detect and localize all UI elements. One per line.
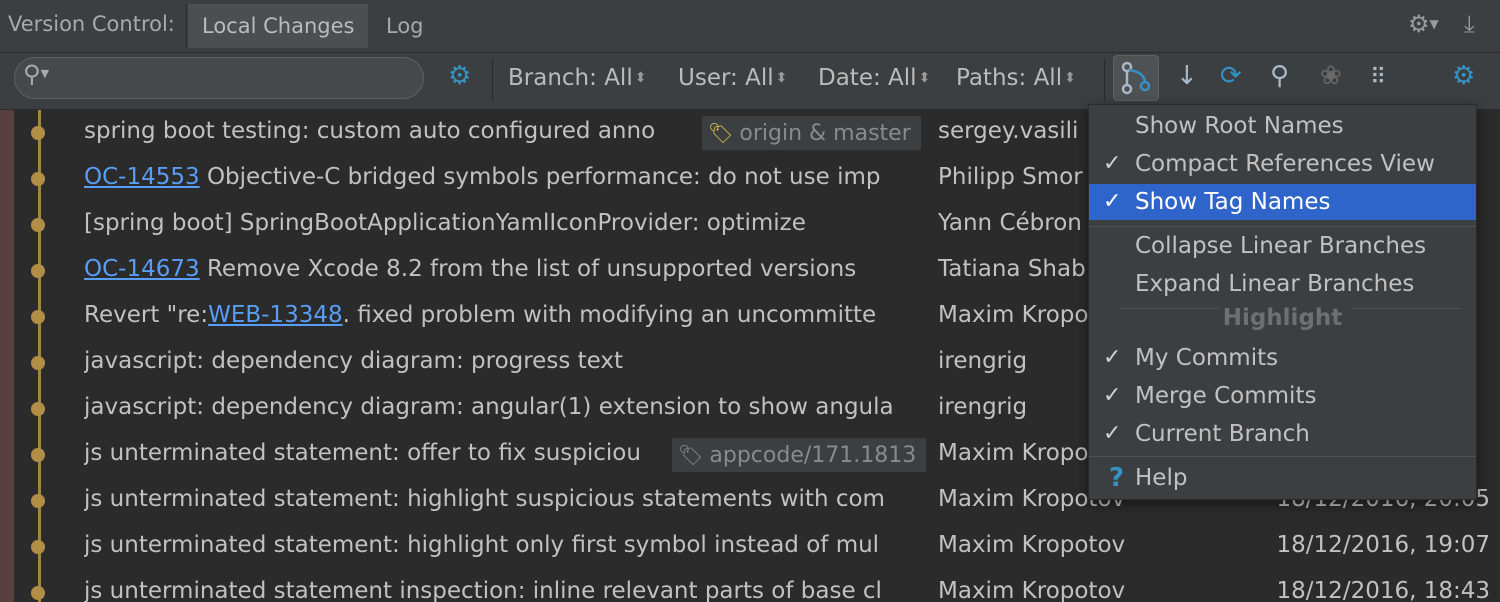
menu-item-help[interactable]: ? Help	[1089, 460, 1476, 496]
menu-item-current-branch[interactable]: ✓ Current Branch	[1089, 416, 1476, 452]
commit-node	[31, 448, 45, 462]
title-separator	[186, 4, 187, 48]
commit-node	[31, 172, 45, 186]
commit-node	[31, 402, 45, 416]
menu-item-collapse-linear-branches[interactable]: Collapse Linear Branches	[1089, 228, 1476, 264]
checkmark-icon: ✓	[1103, 421, 1122, 446]
ref-label: 🏷 appcode/171.1813	[672, 438, 927, 472]
checkmark-icon: ✓	[1103, 345, 1122, 370]
menu-item-expand-linear-branches[interactable]: Expand Linear Branches	[1089, 266, 1476, 302]
quick-settings-icon[interactable]: ⚙	[448, 61, 471, 91]
table-row[interactable]: js unterminated statement inspection: in…	[14, 570, 1500, 602]
commit-node	[31, 356, 45, 370]
find-icon[interactable]: ⚲	[1270, 61, 1289, 91]
commit-node	[31, 310, 45, 324]
commit-date: 18/12/2016, 18:43	[1276, 578, 1490, 602]
checkmark-icon: ✓	[1103, 383, 1122, 408]
commit-node	[31, 586, 45, 600]
user-filter[interactable]: User: All ⬍	[678, 65, 787, 91]
commit-node	[31, 218, 45, 232]
menu-separator	[1089, 456, 1476, 457]
commit-subject: OC-14553 Objective-C bridged symbols per…	[84, 164, 881, 190]
paths-filter[interactable]: Paths: All ⬍	[956, 65, 1076, 91]
tool-window-header: Version Control: Local Changes Log ⚙▼ ⤓	[0, 0, 1500, 53]
search-input[interactable]: ⚲▼	[14, 57, 424, 99]
commit-subject: javascript: dependency diagram: progress…	[84, 348, 624, 374]
commit-subject: js unterminated statement: highlight onl…	[84, 532, 880, 558]
graph-options-button[interactable]	[1113, 55, 1159, 101]
go-to-hash-icon[interactable]: ↓	[1176, 61, 1198, 91]
commit-subject: js unterminated statement inspection: in…	[84, 578, 882, 602]
menu-separator	[1089, 226, 1476, 227]
commit-subject: [spring boot] SpringBootApplicationYamlI…	[84, 210, 806, 236]
hide-panel-icon[interactable]: ⤓	[1464, 10, 1475, 38]
commit-node	[31, 494, 45, 508]
menu-item-show-root-names[interactable]: Show Root Names	[1089, 108, 1476, 144]
highlight-section-header: Highlight	[1222, 305, 1343, 331]
show-details-icon[interactable]: ⠿	[1370, 65, 1386, 90]
commit-author: Maxim Kropotov	[938, 578, 1126, 602]
tool-window-title: Version Control:	[8, 12, 175, 36]
commit-node	[31, 126, 45, 140]
refresh-icon[interactable]: ⟳	[1220, 61, 1242, 91]
date-filter[interactable]: Date: All ⬍	[818, 65, 930, 91]
menu-item-merge-commits[interactable]: ✓ Merge Commits	[1089, 378, 1476, 414]
search-icon[interactable]: ⚲▼	[23, 60, 49, 88]
menu-item-show-tag-names[interactable]: ✓ Show Tag Names	[1089, 184, 1476, 220]
toolbar-separator	[492, 59, 493, 101]
branch-tag-icon: 🏷	[708, 121, 734, 145]
tab-local-changes[interactable]: Local Changes	[188, 4, 369, 48]
commit-node	[31, 264, 45, 278]
menu-item-my-commits[interactable]: ✓ My Commits	[1089, 340, 1476, 376]
issue-link[interactable]: OC-14553	[84, 164, 200, 190]
tab-log[interactable]: Log	[372, 4, 438, 48]
commit-subject: javascript: dependency diagram: angular(…	[84, 394, 894, 420]
commit-subject: js unterminated statement: highlight sus…	[84, 486, 885, 512]
menu-item-compact-references-view[interactable]: ✓ Compact References View	[1089, 146, 1476, 182]
commit-subject: OC-14673 Remove Xcode 8.2 from the list …	[84, 256, 857, 282]
cherry-pick-icon[interactable]: ❀	[1320, 61, 1342, 91]
commit-subject: Revert "re:WEB-13348. fixed problem with…	[84, 302, 877, 328]
checkmark-icon: ✓	[1103, 151, 1122, 176]
issue-link[interactable]: WEB-13348	[208, 302, 343, 328]
help-icon: ?	[1109, 463, 1125, 493]
toolbar-separator	[1104, 59, 1105, 101]
commit-author: Maxim Kropotov	[938, 532, 1126, 558]
ref-label: 🏷 origin & master	[702, 116, 921, 150]
issue-link[interactable]: OC-14673	[84, 256, 200, 282]
branch-filter[interactable]: Branch: All ⬍	[508, 65, 646, 91]
checkmark-icon: ✓	[1103, 189, 1122, 214]
settings-gear-icon[interactable]: ⚙▼	[1408, 10, 1439, 38]
commit-date: 18/12/2016, 19:07	[1276, 532, 1490, 558]
graph-options-popup: Show Root Names ✓ Compact References Vie…	[1088, 104, 1477, 500]
gutter-strip	[0, 110, 14, 602]
log-toolbar: ⚲▼ ⚙ Branch: All ⬍ User: All ⬍ Date: All ⬍ …	[0, 53, 1500, 110]
view-options-gear-icon[interactable]: ⚙	[1452, 61, 1475, 91]
commit-node	[31, 540, 45, 554]
branch-graph-icon	[1121, 61, 1151, 95]
tag-icon: 🏷	[678, 443, 704, 467]
table-row[interactable]: js unterminated statement: highlight onl…	[14, 524, 1500, 570]
